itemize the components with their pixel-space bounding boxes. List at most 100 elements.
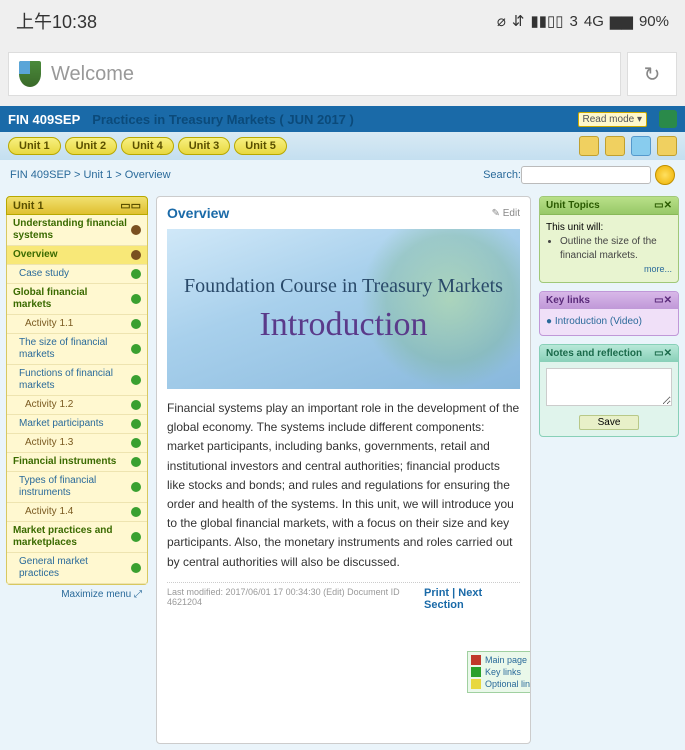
sidebar-item-label: Types of financial instruments — [19, 475, 127, 499]
notes-body: Save — [540, 362, 678, 436]
save-button[interactable]: Save — [579, 415, 640, 430]
status-dot-icon — [131, 419, 141, 429]
maximize-menu-link[interactable]: Maximize menu ⤢ — [6, 585, 148, 604]
sidebar-item-6[interactable]: Functions of financial markets — [7, 365, 147, 396]
sidebar-item-label: Functions of financial markets — [19, 368, 127, 392]
print-link[interactable]: Print — [424, 587, 449, 599]
legend-box: Main page Key links Optional links — [467, 651, 531, 693]
signal-bars-icon: ▮▮▯▯ — [531, 12, 564, 30]
sidebar-item-12[interactable]: Activity 1.4 — [7, 503, 147, 522]
status-indicators: ⌀ ⇵ ▮▮▯▯ 3 4G ▆▆ 90% — [497, 12, 669, 30]
phone-status-bar: 上午10:38 ⌀ ⇵ ▮▮▯▯ 3 4G ▆▆ 90% — [0, 0, 685, 42]
unit-topics-header[interactable]: Unit Topics ▭✕ — [540, 197, 678, 215]
toolbar-icon-3[interactable] — [631, 136, 651, 156]
search-label: Search: — [483, 169, 521, 181]
tab-unit-5[interactable]: Unit 5 — [234, 137, 287, 155]
reload-button[interactable]: ↻ — [627, 52, 677, 96]
content-panel: Overview ✎ Edit Foundation Course in Tre… — [156, 196, 531, 744]
banner-title: Foundation Course in Treasury Markets — [184, 275, 503, 298]
site-shield-icon — [19, 61, 41, 87]
sidebar-item-2[interactable]: Case study — [7, 265, 147, 284]
overview-body: Financial systems play an important role… — [167, 399, 520, 572]
sidebar-item-3[interactable]: Global financial markets — [7, 284, 147, 315]
sidebar-item-label: Financial instruments — [13, 456, 116, 468]
sidebar-collapse-icon[interactable]: ▭▭ — [120, 199, 141, 212]
sidebar-item-13[interactable]: Market practices and marketplaces — [7, 522, 147, 553]
panel-controls-icon[interactable]: ▭✕ — [654, 295, 672, 306]
sidebar: Unit 1 ▭▭ Understanding financial system… — [6, 196, 148, 744]
toolbar-icon-2[interactable] — [605, 136, 625, 156]
status-dot-icon — [131, 319, 141, 329]
reload-icon: ↻ — [644, 62, 661, 87]
last-modified: Last modified: 2017/06/01 17 00:34:30 (E… — [167, 587, 424, 611]
course-code[interactable]: FIN 409SEP — [8, 112, 80, 127]
panel-controls-icon[interactable]: ▭✕ — [654, 348, 672, 359]
tab-unit-4[interactable]: Unit 4 — [121, 137, 174, 155]
tab-unit-3[interactable]: Unit 3 — [178, 137, 231, 155]
search-button[interactable] — [655, 165, 675, 185]
address-text: Welcome — [51, 63, 134, 86]
edit-link[interactable]: ✎ Edit — [492, 208, 520, 219]
address-bar[interactable]: Welcome — [8, 52, 621, 96]
unit-tab-row: Unit 1 Unit 2 Unit 4 Unit 3 Unit 5 — [0, 132, 685, 160]
content-header: Overview ✎ Edit — [167, 205, 520, 221]
sidebar-item-1[interactable]: Overview — [7, 246, 147, 265]
sidebar-item-9[interactable]: Activity 1.3 — [7, 434, 147, 453]
key-link-item[interactable]: Introduction (Video) — [555, 316, 642, 327]
legend-main: Main page — [470, 654, 531, 666]
status-time: 上午10:38 — [16, 8, 97, 34]
legend-key: Key links — [470, 666, 531, 678]
course-settings-icon[interactable] — [659, 110, 677, 128]
panel-controls-icon[interactable]: ▭✕ — [654, 200, 672, 211]
legend-green-icon — [471, 667, 481, 677]
read-mode-dropdown[interactable]: Read mode ▾ — [578, 112, 648, 127]
sidebar-item-label: The size of financial markets — [19, 337, 127, 361]
battery-percent: 90% — [639, 13, 669, 30]
sidebar-item-5[interactable]: The size of financial markets — [7, 334, 147, 365]
toolbar-icon-4[interactable] — [657, 136, 677, 156]
sidebar-item-0[interactable]: Understanding financial systems — [7, 215, 147, 246]
course-header-bar: FIN 409SEP Practices in Treasury Markets… — [0, 106, 685, 132]
status-dot-icon — [131, 400, 141, 410]
legend-red-icon — [471, 655, 481, 665]
intro-banner: Foundation Course in Treasury Markets In… — [167, 229, 520, 389]
key-links-header[interactable]: Key links ▭✕ — [540, 292, 678, 309]
sidebar-item-label: Market participants — [19, 418, 103, 430]
sidebar-item-11[interactable]: Types of financial instruments — [7, 472, 147, 503]
network-label: 4G — [584, 13, 604, 30]
sidebar-header[interactable]: Unit 1 ▭▭ — [6, 196, 148, 215]
sidebar-item-8[interactable]: Market participants — [7, 415, 147, 434]
sidebar-item-label: Activity 1.2 — [25, 399, 73, 411]
notes-panel: Notes and reflection ▭✕ Save — [539, 344, 679, 437]
sidebar-item-10[interactable]: Financial instruments — [7, 453, 147, 472]
sidebar-item-label: Activity 1.1 — [25, 318, 73, 330]
key-links-panel: Key links ▭✕ ● Introduction (Video) — [539, 291, 679, 336]
legend-yellow-icon — [471, 679, 481, 689]
unit-topics-panel: Unit Topics ▭✕ This unit will: Outline t… — [539, 196, 679, 283]
banner-subtitle: Introduction — [259, 306, 427, 344]
notes-header[interactable]: Notes and reflection ▭✕ — [540, 345, 678, 362]
sidebar-item-14[interactable]: General market practices — [7, 553, 147, 584]
status-dot-icon — [131, 344, 141, 354]
toolbar-icon-1[interactable] — [579, 136, 599, 156]
sidebar-item-7[interactable]: Activity 1.2 — [7, 396, 147, 415]
sidebar-item-4[interactable]: Activity 1.1 — [7, 315, 147, 334]
sidebar-item-label: Activity 1.4 — [25, 506, 73, 518]
status-dot-icon — [131, 438, 141, 448]
unit-topics-body: This unit will: Outline the size of the … — [540, 215, 678, 282]
tab-unit-1[interactable]: Unit 1 — [8, 137, 61, 155]
notes-textarea[interactable] — [546, 368, 672, 406]
status-dot-icon — [131, 375, 141, 385]
key-links-body: ● Introduction (Video) — [540, 309, 678, 335]
breadcrumb[interactable]: FIN 409SEP > Unit 1 > Overview — [10, 169, 171, 181]
status-dot-icon — [131, 250, 141, 260]
search-input[interactable] — [521, 166, 651, 184]
sidebar-list: Understanding financial systemsOverviewC… — [6, 215, 148, 585]
topics-more-link[interactable]: more... — [546, 263, 672, 276]
signal-updown-icon: ⇵ — [512, 12, 525, 30]
overview-heading: Overview — [167, 205, 229, 221]
breadcrumb-row: FIN 409SEP > Unit 1 > Overview Search: — [0, 160, 685, 190]
status-dot-icon — [131, 294, 141, 304]
tab-unit-2[interactable]: Unit 2 — [65, 137, 118, 155]
status-dot-icon — [131, 482, 141, 492]
